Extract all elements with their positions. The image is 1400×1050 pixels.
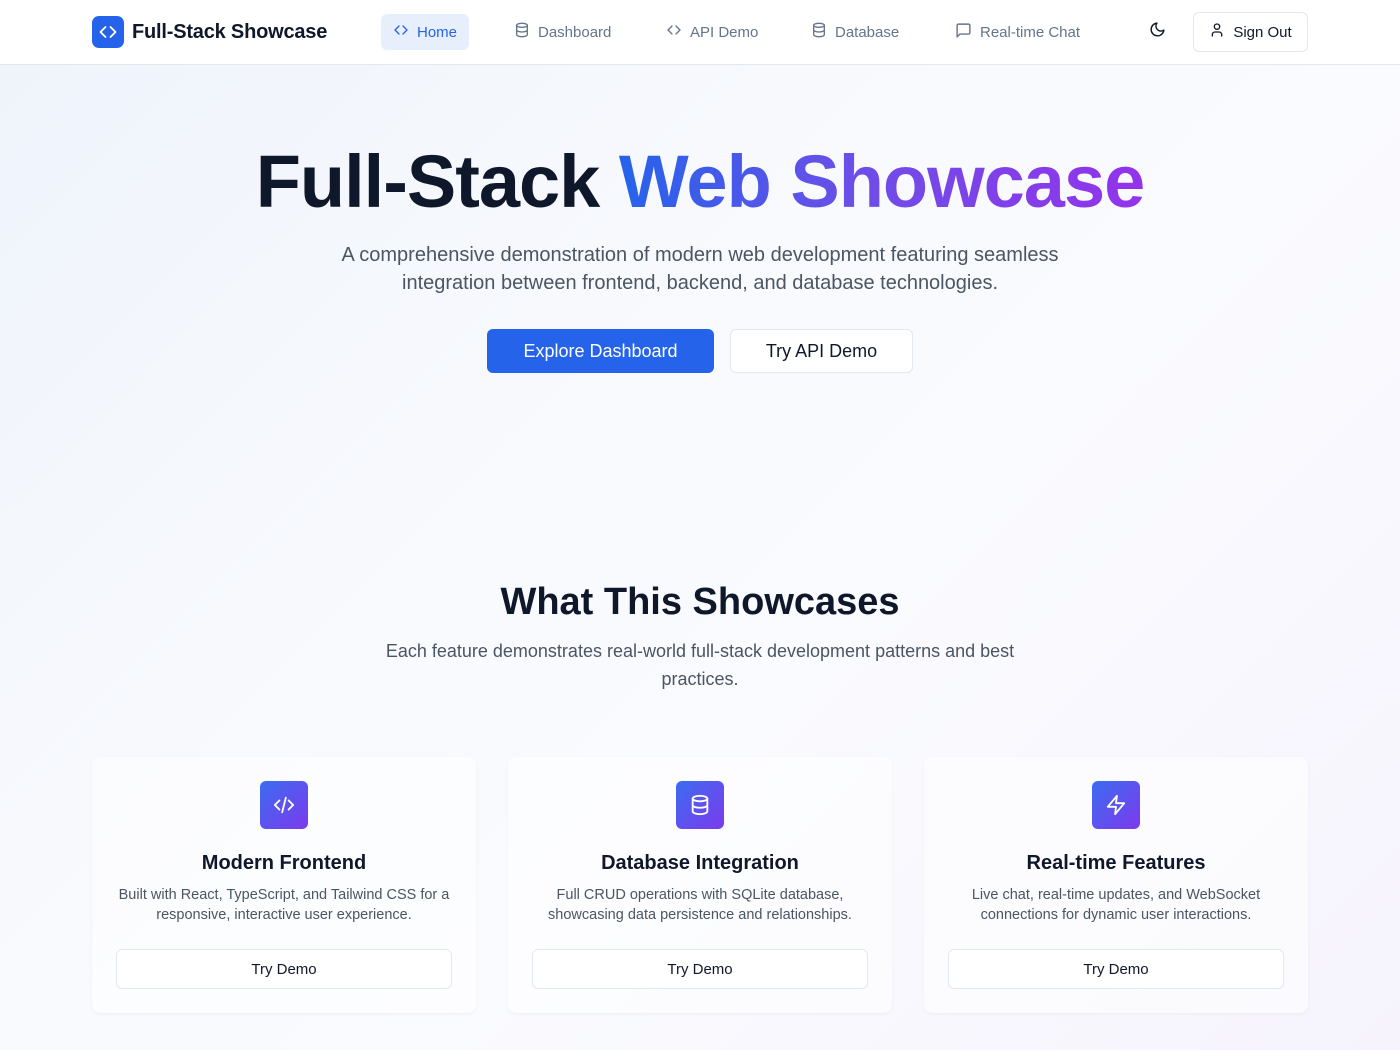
explore-dashboard-button[interactable]: Explore Dashboard [487,329,714,373]
sign-out-button[interactable]: Sign Out [1193,12,1308,52]
nav-item-label: Real-time Chat [980,23,1081,41]
try-demo-button[interactable]: Try Demo [532,949,868,989]
code-icon [260,781,308,829]
features-title: What This Showcases [500,581,900,623]
sign-out-label: Sign Out [1233,23,1292,41]
code-icon [92,16,124,48]
nav-item-database[interactable]: Database [799,14,911,50]
card-description: Built with React, TypeScript, and Tailwi… [118,887,450,923]
hero-title-gradient: Web Showcase [618,140,1145,223]
code-icon [393,22,409,42]
nav-item-label: Dashboard [538,23,612,41]
try-demo-button[interactable]: Try Demo [948,949,1284,989]
nav-item-label: Home [417,23,458,41]
card-title: Database Integration [601,852,799,874]
features-subtitle: Each feature demonstrates real-world ful… [385,641,1015,689]
hero-title-plain: Full-Stack [255,140,619,223]
card-title: Modern Frontend [201,852,367,874]
card-title: Real-time Features [1026,852,1206,874]
brand-link[interactable]: Full-Stack Showcase [92,16,327,48]
card-description: Full CRUD operations with SQLite databas… [548,887,852,923]
nav-item-realtime-chat[interactable]: Real-time Chat [943,14,1092,50]
moon-icon [1149,21,1166,43]
database-icon [676,781,724,829]
brand-title: Full-Stack Showcase [132,20,328,43]
message-square-icon [955,22,972,43]
database-icon [514,22,530,42]
nav-item-label: Database [835,23,900,41]
hero-title: Full-Stack Web Showcase [0,138,1400,226]
feature-card-frontend: Modern Frontend Built with React, TypeSc… [92,757,476,1013]
top-navbar: Full-Stack Showcase Home Dashboard API D… [0,0,1400,65]
nav-item-label: API Demo [690,23,759,41]
code-icon [666,22,682,42]
nav-item-api-demo[interactable]: API Demo [654,14,770,50]
try-demo-button[interactable]: Try Demo [116,949,452,989]
database-icon [811,22,827,42]
feature-card-database: Database Integration Full CRUD operation… [508,757,892,1013]
user-icon [1209,22,1225,42]
try-api-demo-button[interactable]: Try API Demo [730,329,913,373]
hero-subtitle: A comprehensive demonstration of modern … [341,244,1059,294]
card-description: Live chat, real-time updates, and WebSoc… [971,887,1261,923]
nav-item-home[interactable]: Home [381,14,469,50]
theme-toggle-button[interactable] [1140,16,1174,48]
zap-icon [1092,781,1140,829]
nav-item-dashboard[interactable]: Dashboard [502,14,623,50]
feature-card-realtime: Real-time Features Live chat, real-time … [924,757,1308,1013]
